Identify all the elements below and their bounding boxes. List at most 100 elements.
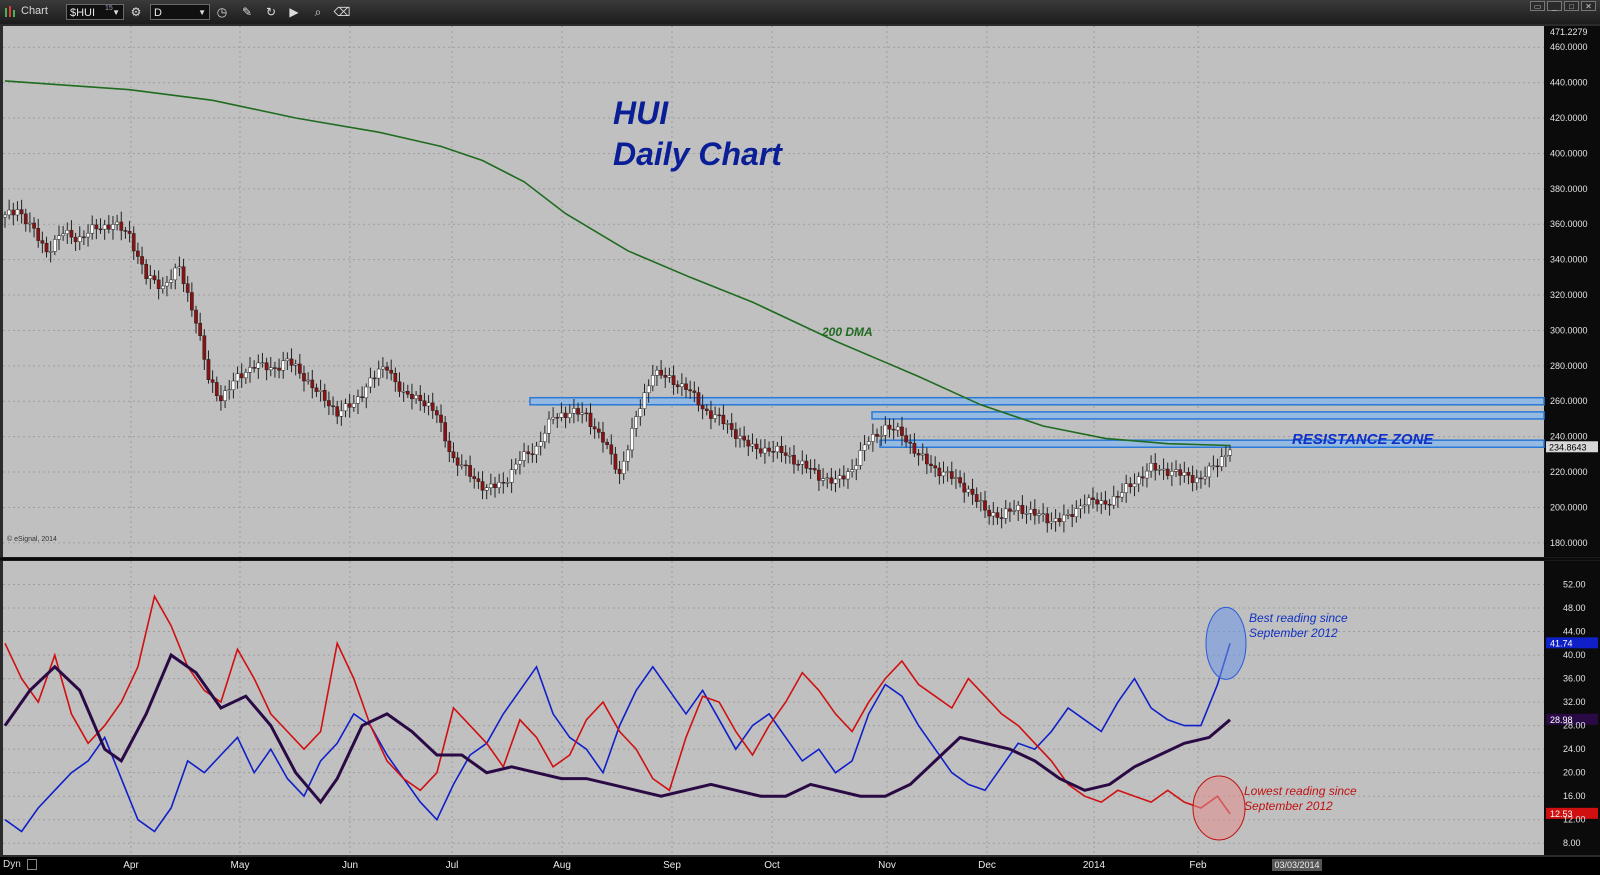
candle-body <box>314 387 319 392</box>
close-icon[interactable]: ✕ <box>1581 1 1596 11</box>
candle-body <box>11 209 16 216</box>
candle-body <box>1120 492 1124 498</box>
candle-body <box>123 230 128 232</box>
candle-body <box>684 383 688 390</box>
candle-body <box>609 444 614 455</box>
candle-body <box>1215 465 1220 468</box>
clock-icon[interactable]: ◷ <box>213 4 231 20</box>
resistance-label: RESISTANCE ZONE <box>1292 431 1434 448</box>
candle-body <box>808 468 813 470</box>
candle-body <box>655 369 659 376</box>
dyn-label[interactable]: Dyn <box>3 859 21 870</box>
candle-body <box>1003 508 1008 519</box>
best-annotation-line2: September 2012 <box>1249 626 1338 640</box>
candle-body <box>709 410 713 419</box>
play-icon[interactable]: ▶ <box>285 4 303 20</box>
candle-body <box>397 381 402 392</box>
candle-body <box>1186 472 1191 476</box>
maximize-icon[interactable]: □ <box>1564 1 1579 11</box>
time-axis-label: Oct <box>764 860 780 871</box>
price-tick-label: 300.0000 <box>1550 325 1588 335</box>
candle-body <box>1053 518 1058 522</box>
restore-icon[interactable]: ▭ <box>1530 1 1545 11</box>
candle-body <box>1078 505 1083 509</box>
candle-body <box>86 232 90 238</box>
price-tick-label: 380.0000 <box>1550 184 1588 194</box>
candle-body <box>812 468 817 471</box>
candle-body <box>999 517 1004 519</box>
candle-body <box>1016 504 1021 511</box>
pencil-icon[interactable]: ✎ <box>238 4 256 20</box>
candle-body <box>920 453 925 456</box>
best-reading-highlight <box>1205 606 1247 680</box>
candle-body <box>501 481 506 484</box>
candle-body <box>634 416 639 429</box>
interval-select[interactable]: D ▼ <box>150 4 210 20</box>
price-tick-label: 320.0000 <box>1550 290 1588 300</box>
candle-body <box>1045 513 1050 524</box>
candle-body <box>663 375 668 378</box>
candle-body <box>688 389 693 392</box>
candle-body <box>61 233 65 236</box>
candle-body <box>136 250 140 257</box>
price-tick-label: 180.0000 <box>1550 538 1588 548</box>
candle-body <box>160 285 165 289</box>
candle-body <box>576 408 580 415</box>
candle-body <box>763 447 767 454</box>
candle-body <box>613 453 618 470</box>
candle-body <box>862 444 867 451</box>
candle-body <box>680 383 684 388</box>
candle-body <box>243 372 248 379</box>
candle-body <box>98 228 103 231</box>
candle-body <box>592 426 597 430</box>
candle-body <box>1057 518 1062 523</box>
candle-body <box>1049 521 1054 524</box>
candle-body <box>65 230 70 235</box>
time-axis-label: Sep <box>663 860 681 871</box>
candle-body <box>572 408 576 414</box>
best-annotation-line1: Best reading since <box>1249 611 1348 625</box>
candle-body <box>767 447 771 452</box>
candle-body <box>73 236 78 242</box>
candle-body <box>1140 476 1145 479</box>
candle-body <box>945 471 950 473</box>
dyn-icon[interactable] <box>27 859 37 870</box>
candle-body <box>779 445 784 454</box>
price-tick-label: 360.0000 <box>1550 219 1588 229</box>
candle-body <box>866 441 871 446</box>
candle-body <box>833 478 838 484</box>
candle-body <box>900 426 904 436</box>
candle-body <box>347 403 352 408</box>
candle-body <box>194 309 198 324</box>
candle-body <box>621 460 626 474</box>
price-tick-label: 280.0000 <box>1550 361 1588 371</box>
candle-body <box>1032 508 1037 516</box>
eraser-icon[interactable]: ⌫ <box>333 4 351 20</box>
candle-body <box>1124 483 1129 493</box>
candle-body <box>331 405 335 408</box>
candle-body <box>219 395 223 402</box>
candle-body <box>1070 514 1075 517</box>
candle-body <box>584 412 589 415</box>
title-bar: Chart $HUI 15 ▼ ⚙ D ▼ ◷ ✎ ↻ ▶ ⌕ ⌫ ▭ _ □ … <box>0 0 1600 25</box>
candle-body <box>671 375 676 386</box>
candle-body <box>385 366 389 371</box>
candle-body <box>1028 508 1033 514</box>
candle-body <box>57 235 61 240</box>
candle-body <box>1086 497 1091 506</box>
candle-body <box>841 475 846 480</box>
refresh-icon[interactable]: ↻ <box>262 4 280 20</box>
symbol-input[interactable]: $HUI 15 ▼ <box>66 4 124 20</box>
candle-body <box>339 410 344 417</box>
minimize-icon[interactable]: _ <box>1547 1 1562 11</box>
chart-window: Chart $HUI 15 ▼ ⚙ D ▼ ◷ ✎ ↻ ▶ ⌕ ⌫ ▭ _ □ … <box>0 0 1600 875</box>
price-tick-label: 460.0000 <box>1550 42 1588 52</box>
candle-body <box>443 422 448 442</box>
candle-body <box>1165 468 1170 476</box>
candle-body <box>1095 499 1099 505</box>
zoom-icon[interactable]: ⌕ <box>309 4 327 20</box>
candle-body <box>978 500 983 503</box>
link-icon[interactable]: ⚙ <box>127 4 145 20</box>
candle-body <box>227 389 232 392</box>
candle-body <box>148 275 153 280</box>
